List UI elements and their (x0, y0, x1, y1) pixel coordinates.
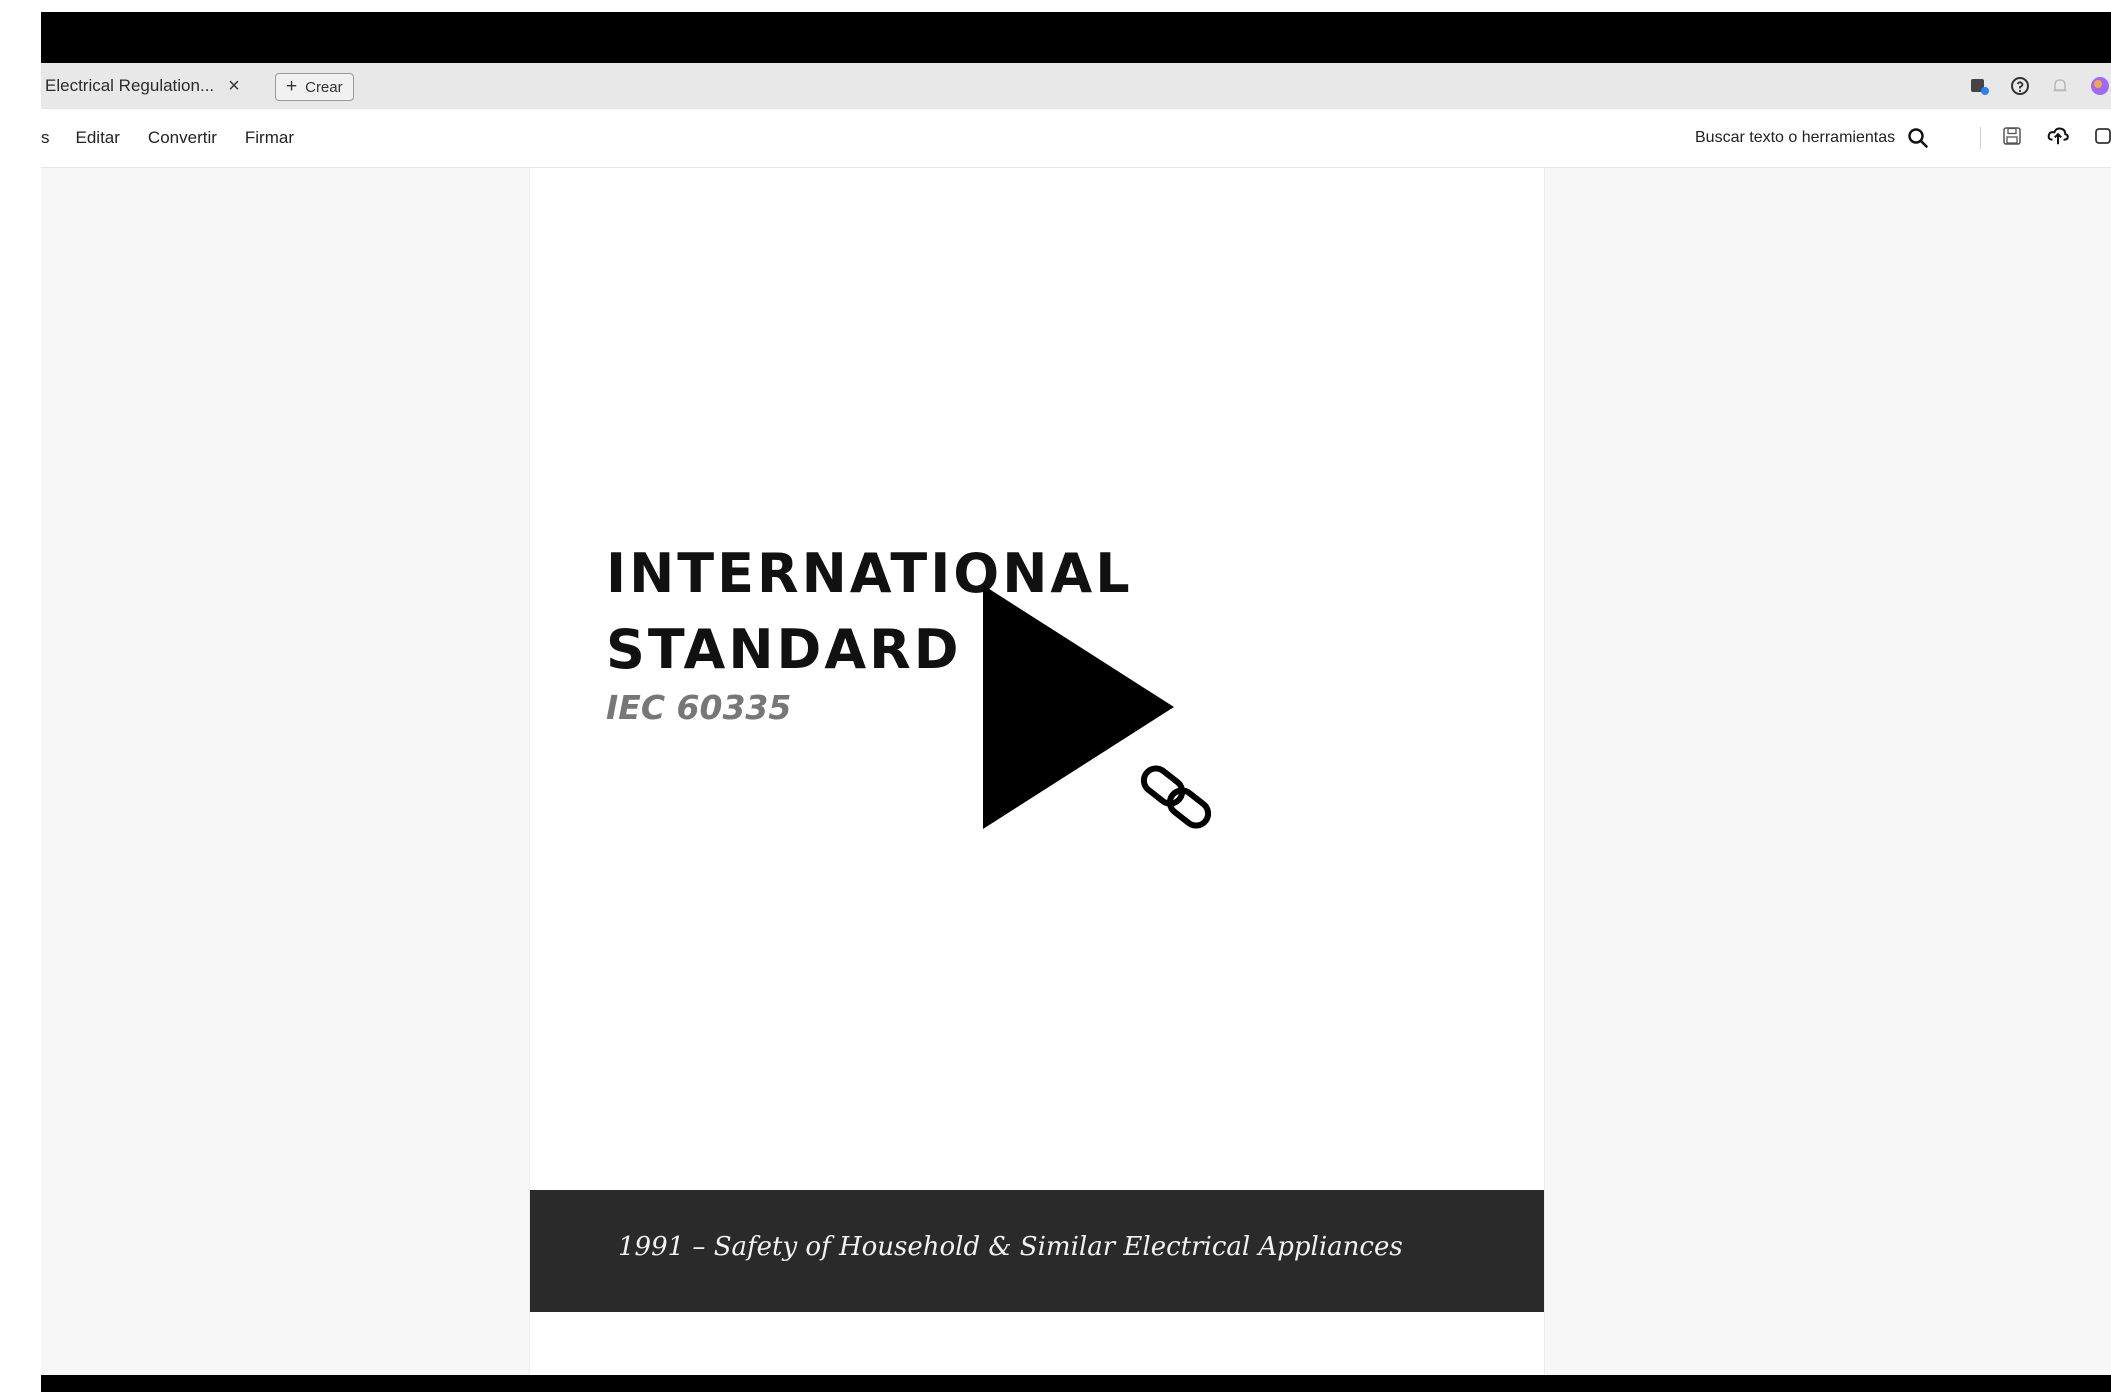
menu-item-sign[interactable]: Firmar (245, 128, 294, 148)
bottom-letterbox-bar (41, 1375, 2111, 1392)
search-icon (1908, 128, 1928, 148)
plus-icon: + (286, 76, 298, 97)
subtitle-band: 1991 – Safety of Household & Similar Ele… (530, 1190, 1544, 1312)
menu-item-truncated[interactable]: s (41, 128, 50, 148)
document-code: IEC 60335 (606, 688, 792, 727)
cloud-upload-icon[interactable] (2047, 125, 2069, 147)
subtitle-text: 1991 – Safety of Household & Similar Ele… (618, 1232, 1403, 1262)
search-label: Buscar texto o herramientas (1695, 129, 1896, 146)
close-tab-icon[interactable]: × (228, 75, 240, 98)
link-icon[interactable] (1138, 758, 1228, 848)
bell-icon[interactable] (2049, 75, 2071, 97)
top-letterbox-bar (41, 12, 2111, 63)
toolbar: s Editar Convertir Firmar Buscar texto o… (41, 109, 2111, 168)
menu-item-edit[interactable]: Editar (76, 128, 120, 148)
create-button[interactable]: + Crear (275, 73, 354, 101)
help-icon[interactable] (2009, 75, 2031, 97)
document-tab-label: Electrical Regulation... (45, 76, 215, 95)
menu-item-convert[interactable]: Convertir (148, 128, 217, 148)
user-badge-icon[interactable] (1969, 75, 1991, 97)
toolbar-icons (2001, 125, 2111, 147)
main-menu: s Editar Convertir Firmar (41, 109, 322, 167)
tab-strip: Electrical Regulation... × + Crear (41, 63, 2111, 109)
search-tools-button[interactable]: Buscar texto o herramientas (1695, 123, 1929, 153)
save-icon[interactable] (2001, 125, 2023, 147)
title-line-2: STANDARD (606, 618, 962, 681)
profile-avatar-icon[interactable] (2089, 75, 2111, 97)
share-icon[interactable] (2093, 125, 2111, 147)
create-button-label: Crear (305, 78, 343, 96)
screen: Electrical Regulation... × + Crear s Edi… (0, 0, 2111, 1392)
toolbar-divider (1980, 127, 1981, 149)
header-icons (1969, 75, 2111, 97)
document-tab[interactable]: Electrical Regulation... × (45, 71, 240, 101)
